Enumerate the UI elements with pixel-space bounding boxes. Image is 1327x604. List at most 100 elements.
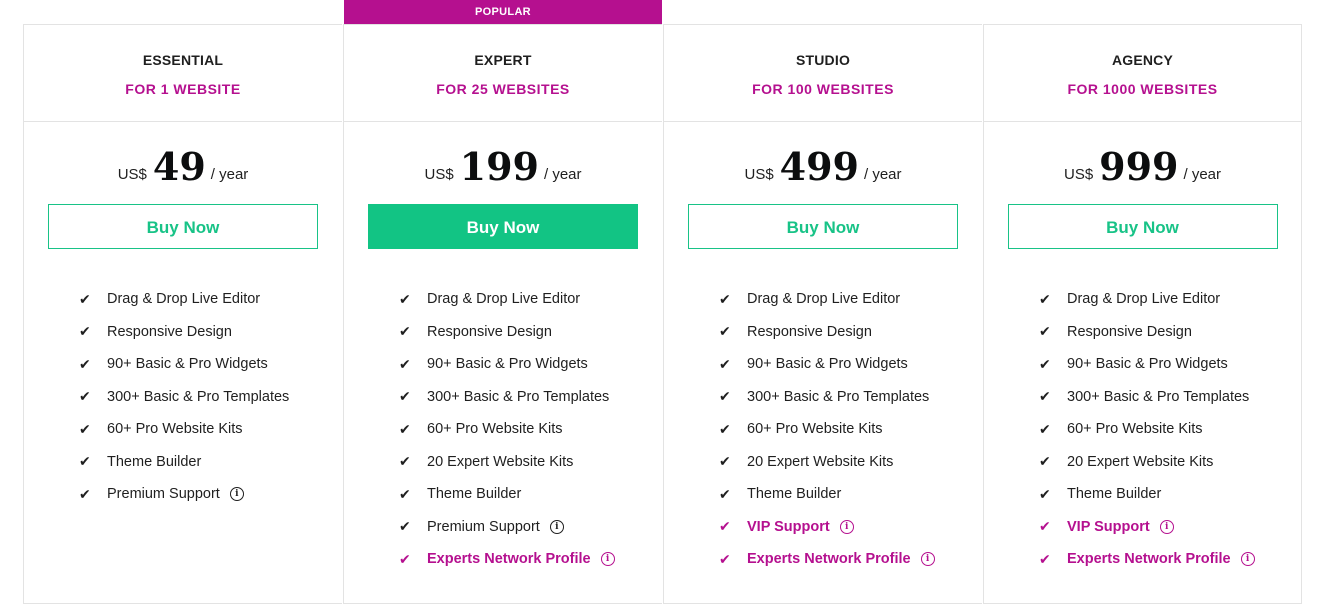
- feature-item: ✔ 60+ Pro Website Kits: [79, 413, 342, 446]
- feature-item: ✔ Responsive Design: [399, 316, 662, 349]
- check-icon: ✔: [399, 355, 411, 372]
- check-icon: ✔: [79, 323, 91, 340]
- feature-item: ✔ 300+ Basic & Pro Templates: [79, 381, 342, 414]
- plan-column-expert: EXPERT FOR 25 WEBSITES US$ 199 / year Bu…: [343, 24, 662, 604]
- feature-item: ✔ 300+ Basic & Pro Templates: [1039, 381, 1301, 414]
- feature-label: VIP Support: [747, 518, 830, 535]
- feature-label: 60+ Pro Website Kits: [1067, 421, 1203, 438]
- check-icon: ✔: [1039, 518, 1051, 535]
- price-currency: US$: [744, 166, 774, 183]
- price-currency: US$: [424, 166, 454, 183]
- check-icon: ✔: [1039, 453, 1051, 470]
- buy-now-button[interactable]: Buy Now: [48, 204, 318, 249]
- check-icon: ✔: [79, 453, 91, 470]
- feature-item: ✔ Premium Support i: [399, 511, 662, 544]
- feature-label: Responsive Design: [427, 323, 552, 340]
- info-icon[interactable]: i: [839, 519, 854, 534]
- plan-website-count: FOR 25 WEBSITES: [436, 81, 570, 97]
- buy-now-button[interactable]: Buy Now: [368, 204, 638, 249]
- price-amount: 199: [459, 144, 539, 189]
- plan-website-count: FOR 100 WEBSITES: [752, 81, 894, 97]
- check-icon: ✔: [399, 420, 411, 437]
- check-icon: ✔: [719, 453, 731, 470]
- feature-item: ✔ Experts Network Profile i: [1039, 543, 1301, 576]
- feature-item: ✔ 300+ Basic & Pro Templates: [719, 381, 982, 414]
- feature-item: ✔ Experts Network Profile i: [399, 543, 662, 576]
- info-icon[interactable]: i: [229, 487, 244, 502]
- price-amount: 499: [779, 144, 859, 189]
- check-icon: ✔: [79, 485, 91, 502]
- feature-label: Drag & Drop Live Editor: [1067, 291, 1221, 308]
- plan-column-essential: ESSENTIAL FOR 1 WEBSITE US$ 49 / year Bu…: [23, 24, 342, 604]
- check-icon: ✔: [1039, 420, 1051, 437]
- info-icon[interactable]: i: [1240, 552, 1255, 567]
- buy-now-button[interactable]: Buy Now: [688, 204, 958, 249]
- feature-label: 20 Expert Website Kits: [1067, 453, 1214, 470]
- check-icon: ✔: [399, 453, 411, 470]
- check-icon: ✔: [79, 355, 91, 372]
- plan-website-count: FOR 1000 WEBSITES: [1067, 81, 1218, 97]
- feature-label: Responsive Design: [1067, 323, 1192, 340]
- feature-item: ✔ 90+ Basic & Pro Widgets: [399, 348, 662, 381]
- pricing-table: POPULAR ESSENTIAL FOR 1 WEBSITE US$ 49 /…: [23, 0, 1303, 604]
- feature-item: ✔ Drag & Drop Live Editor: [1039, 283, 1301, 316]
- feature-list: ✔ Drag & Drop Live Editor ✔ Responsive D…: [984, 283, 1301, 576]
- feature-label: 90+ Basic & Pro Widgets: [107, 356, 268, 373]
- price: US$ 49 / year: [24, 122, 342, 204]
- feature-label: Experts Network Profile: [427, 551, 591, 568]
- plan-name: EXPERT: [474, 52, 532, 68]
- feature-label: Theme Builder: [427, 486, 522, 503]
- info-icon[interactable]: i: [549, 519, 564, 534]
- feature-item: ✔ 60+ Pro Website Kits: [719, 413, 982, 446]
- feature-item: ✔ Theme Builder: [1039, 478, 1301, 511]
- feature-item: ✔ 90+ Basic & Pro Widgets: [1039, 348, 1301, 381]
- info-icon[interactable]: i: [1159, 519, 1174, 534]
- check-icon: ✔: [1039, 323, 1051, 340]
- feature-item: ✔ Theme Builder: [399, 478, 662, 511]
- buy-now-button[interactable]: Buy Now: [1007, 204, 1278, 249]
- feature-label: 300+ Basic & Pro Templates: [1067, 388, 1250, 405]
- check-icon: ✔: [719, 485, 731, 502]
- feature-label: Experts Network Profile: [747, 551, 911, 568]
- feature-item: ✔ Responsive Design: [1039, 316, 1301, 349]
- price: US$ 499 / year: [664, 122, 982, 204]
- feature-item: ✔ Theme Builder: [719, 478, 982, 511]
- feature-label: 20 Expert Website Kits: [747, 453, 894, 470]
- check-icon: ✔: [399, 518, 411, 535]
- check-icon: ✔: [1039, 290, 1051, 307]
- info-icon[interactable]: i: [600, 552, 615, 567]
- feature-item: ✔ 20 Expert Website Kits: [399, 446, 662, 479]
- feature-label: Theme Builder: [1067, 486, 1162, 503]
- feature-label: 300+ Basic & Pro Templates: [107, 388, 290, 405]
- feature-item: ✔ Premium Support i: [79, 478, 342, 511]
- feature-label: Premium Support: [427, 518, 540, 535]
- feature-label: 300+ Basic & Pro Templates: [747, 388, 930, 405]
- feature-list: ✔ Drag & Drop Live Editor ✔ Responsive D…: [664, 283, 982, 576]
- feature-label: Responsive Design: [107, 323, 232, 340]
- feature-item: ✔ Responsive Design: [79, 316, 342, 349]
- check-icon: ✔: [719, 388, 731, 405]
- plan-website-count: FOR 1 WEBSITE: [125, 81, 241, 97]
- feature-label: 20 Expert Website Kits: [427, 453, 574, 470]
- feature-item: ✔ Experts Network Profile i: [719, 543, 982, 576]
- feature-label: 90+ Basic & Pro Widgets: [1067, 356, 1228, 373]
- check-icon: ✔: [719, 290, 731, 307]
- check-icon: ✔: [79, 420, 91, 437]
- check-icon: ✔: [399, 290, 411, 307]
- popular-badge: POPULAR: [344, 0, 662, 24]
- price-period: / year: [1183, 166, 1222, 183]
- feature-label: Drag & Drop Live Editor: [747, 291, 901, 308]
- plan-column-agency: AGENCY FOR 1000 WEBSITES US$ 999 / year …: [983, 24, 1302, 604]
- check-icon: ✔: [1039, 355, 1051, 372]
- info-icon[interactable]: i: [920, 552, 935, 567]
- feature-item: ✔ VIP Support i: [719, 511, 982, 544]
- feature-label: 60+ Pro Website Kits: [427, 421, 563, 438]
- price: US$ 199 / year: [344, 122, 662, 204]
- check-icon: ✔: [719, 550, 731, 567]
- check-icon: ✔: [399, 485, 411, 502]
- feature-label: 60+ Pro Website Kits: [107, 421, 243, 438]
- feature-list: ✔ Drag & Drop Live Editor ✔ Responsive D…: [24, 283, 342, 511]
- check-icon: ✔: [79, 388, 91, 405]
- feature-item: ✔ Drag & Drop Live Editor: [399, 283, 662, 316]
- check-icon: ✔: [1039, 550, 1051, 567]
